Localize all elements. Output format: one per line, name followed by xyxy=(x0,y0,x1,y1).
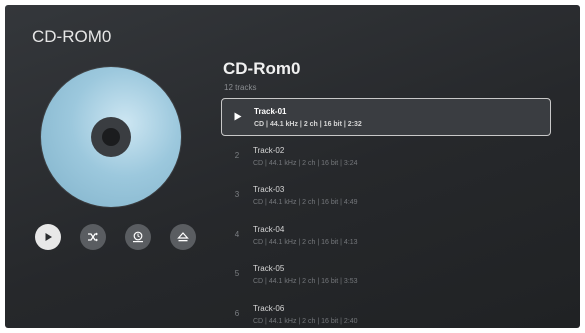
playback-controls xyxy=(35,224,196,250)
track-meta: CD | 44.1 kHz | 2 ch | 16 bit | 2:32 xyxy=(254,121,362,128)
eject-icon xyxy=(177,232,189,242)
track-number: 3 xyxy=(234,190,240,200)
track-title: Track-04 xyxy=(253,224,285,234)
track-title: Track-01 xyxy=(254,107,287,116)
app-title: CD-ROM0 xyxy=(32,27,112,46)
track-meta: CD | 44.1 kHz | 2 ch | 16 bit | 4:49 xyxy=(253,199,358,207)
track-title: Track-06 xyxy=(253,303,285,313)
shuffle-button[interactable] xyxy=(80,224,106,250)
track-number: 6 xyxy=(234,308,240,318)
track-number: 5 xyxy=(234,269,240,279)
play-icon xyxy=(45,233,52,241)
cd-disc-art xyxy=(41,67,181,207)
track-item[interactable]: 5 Track-05 CD | 44.1 kHz | 2 ch | 16 bit… xyxy=(221,256,551,296)
player-screen: CD-ROM0 CD-Rom0 12 tracks Track-01 CD | … xyxy=(5,5,580,328)
track-item-selected[interactable]: Track-01 CD | 44.1 kHz | 2 ch | 16 bit |… xyxy=(221,98,551,136)
track-number: 4 xyxy=(234,229,240,239)
track-item[interactable]: 3 Track-03 CD | 44.1 kHz | 2 ch | 16 bit… xyxy=(221,177,551,217)
disc-hole xyxy=(102,128,120,146)
track-title: Track-03 xyxy=(253,185,285,195)
track-count: 12 tracks xyxy=(224,83,257,92)
now-playing-icon xyxy=(234,112,242,121)
track-item[interactable]: 4 Track-04 CD | 44.1 kHz | 2 ch | 16 bit… xyxy=(221,217,551,257)
album-title: CD-Rom0 xyxy=(223,59,301,78)
track-meta: CD | 44.1 kHz | 2 ch | 16 bit | 4:13 xyxy=(253,238,358,246)
track-title: Track-05 xyxy=(253,264,285,274)
shuffle-icon xyxy=(88,232,98,242)
play-button[interactable] xyxy=(35,224,61,250)
track-list: Track-01 CD | 44.1 kHz | 2 ch | 16 bit |… xyxy=(221,98,551,328)
track-item[interactable]: 6 Track-06 CD | 44.1 kHz | 2 ch | 16 bit… xyxy=(221,296,551,328)
eject-button[interactable] xyxy=(170,224,196,250)
track-meta: CD | 44.1 kHz | 2 ch | 16 bit | 3:53 xyxy=(253,278,358,286)
track-item[interactable]: 2 Track-02 CD | 44.1 kHz | 2 ch | 16 bit… xyxy=(221,138,551,178)
repeat-button[interactable] xyxy=(125,224,151,250)
repeat-icon xyxy=(133,231,143,243)
track-number: 2 xyxy=(234,150,240,160)
track-title: Track-02 xyxy=(253,145,285,155)
track-meta: CD | 44.1 kHz | 2 ch | 16 bit | 3:24 xyxy=(253,159,358,167)
track-meta: CD | 44.1 kHz | 2 ch | 16 bit | 2:40 xyxy=(253,317,358,325)
